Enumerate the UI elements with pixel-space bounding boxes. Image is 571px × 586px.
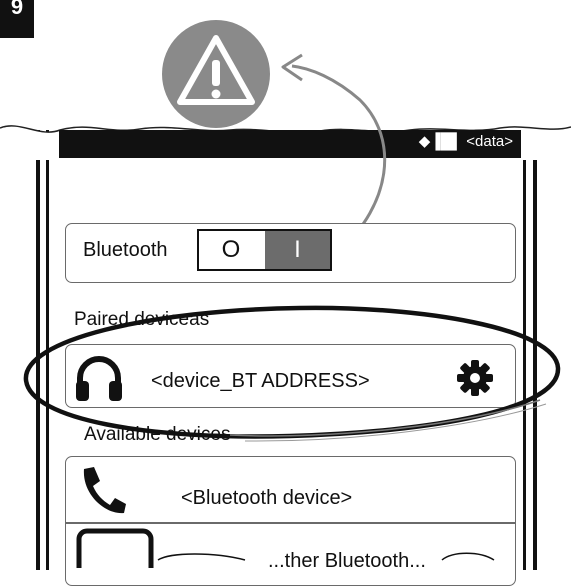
bottom-ovals	[157, 552, 495, 561]
